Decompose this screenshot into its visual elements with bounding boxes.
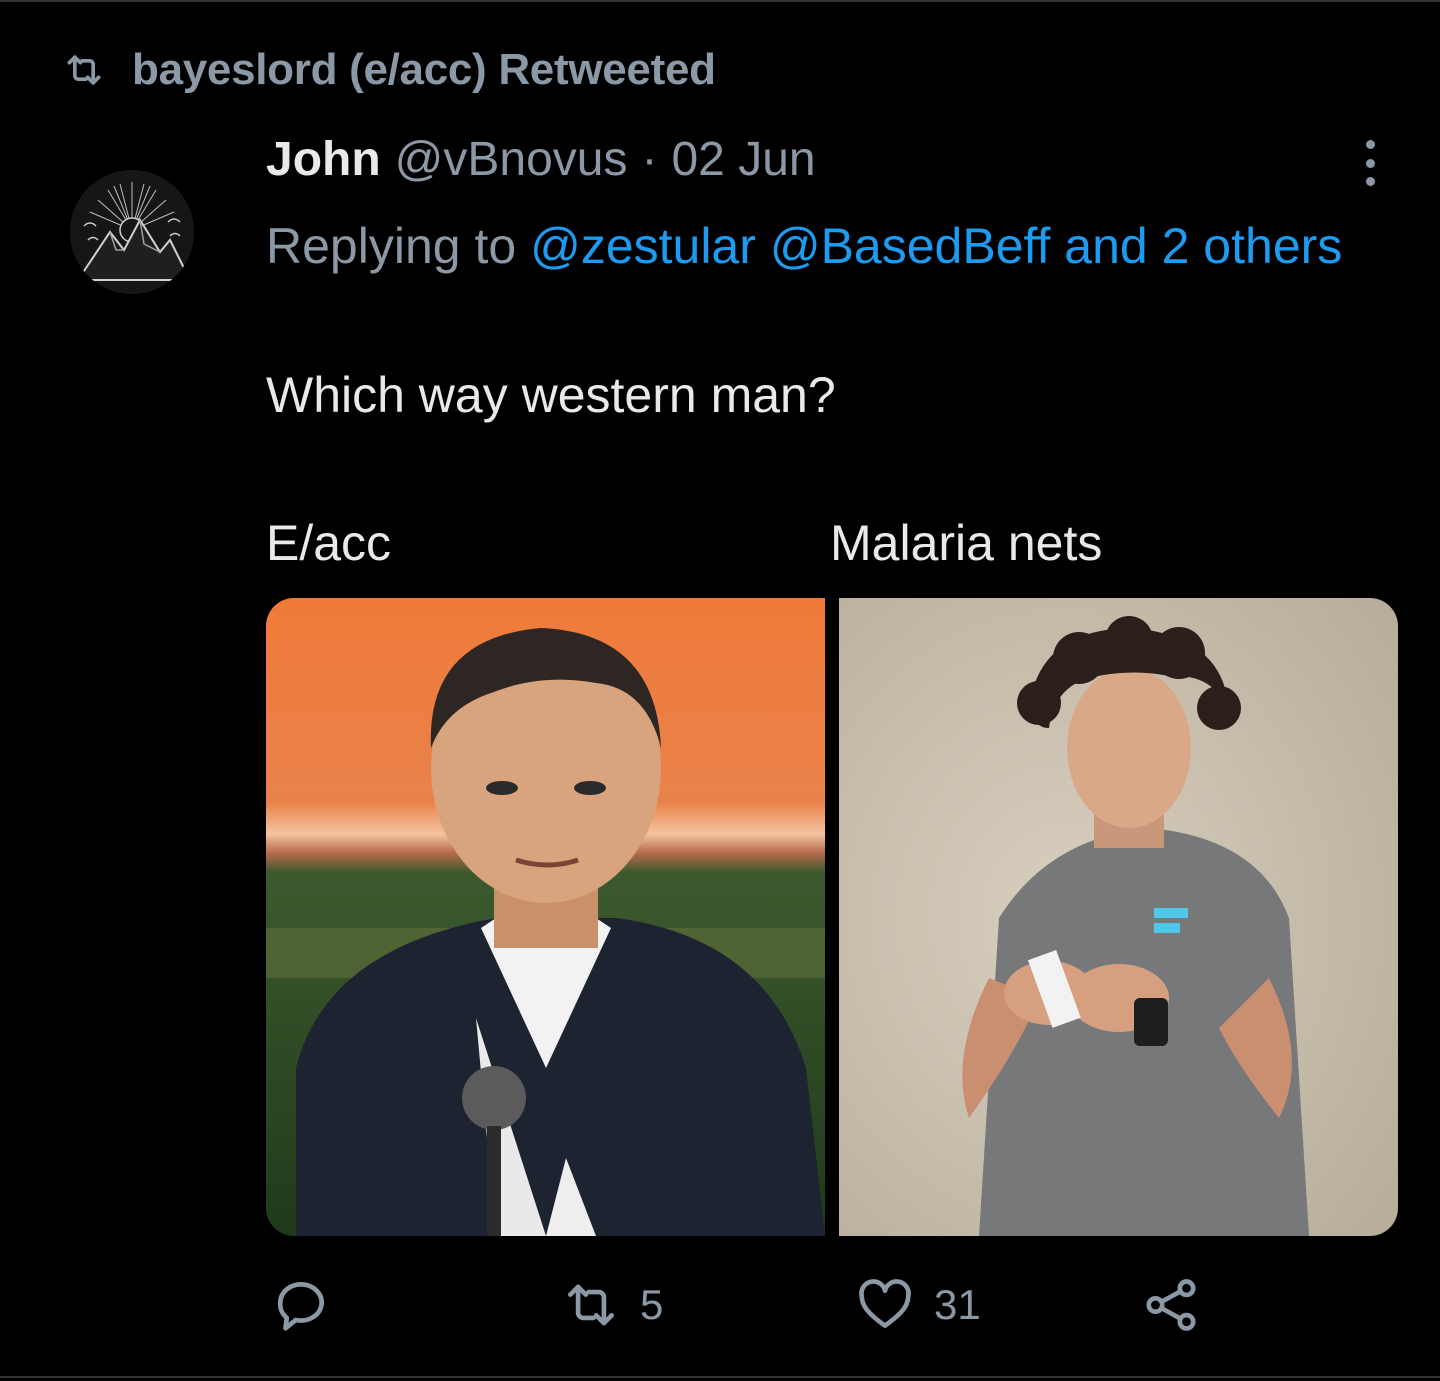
reply-button[interactable]: [270, 1270, 350, 1340]
share-button[interactable]: [1140, 1270, 1202, 1340]
tweet-date[interactable]: 02 Jun: [671, 132, 815, 187]
tweet-header: John @vBnovus · 02 Jun: [266, 132, 816, 196]
retweet-icon: [568, 1284, 614, 1326]
avatar-mountain-sun-image: [70, 170, 194, 294]
like-button[interactable]: 31: [854, 1270, 981, 1340]
tweet-actions: 5 31: [270, 1270, 1270, 1340]
more-options-icon[interactable]: [1350, 140, 1390, 186]
retweet-icon: [67, 55, 101, 85]
tweet-text: Which way western man?: [266, 367, 836, 423]
replying-prefix: Replying to: [266, 218, 517, 274]
bottom-divider: [0, 1376, 1440, 1378]
reply-others-link[interactable]: and 2 others: [1064, 218, 1342, 274]
author-handle[interactable]: @vBnovus: [395, 132, 628, 187]
retweet-banner-text: bayeslord (e/acc) Retweeted: [132, 45, 716, 94]
photo-man-curly-hair-grey-tshirt: [839, 598, 1398, 1236]
avatar[interactable]: [70, 170, 194, 294]
reply-icon: [277, 1282, 324, 1331]
photo-man-dark-suit-orange-background: [266, 598, 825, 1236]
tweet-media: [266, 598, 1398, 1236]
tweet-text-label-right: Malaria nets: [830, 515, 1103, 571]
retweet-banner[interactable]: bayeslord (e/acc) Retweeted: [62, 40, 716, 100]
retweet-count: 5: [640, 1281, 664, 1328]
heart-icon: [859, 1279, 911, 1328]
replying-to: Replying to @zestular @BasedBeff and 2 o…: [266, 208, 1346, 284]
mention-link[interactable]: @BasedBeff: [770, 218, 1051, 274]
header-separator: ·: [641, 133, 658, 186]
author-name[interactable]: John: [266, 132, 381, 187]
retweet-button[interactable]: 5: [560, 1270, 663, 1340]
mention-link[interactable]: @zestular: [530, 218, 756, 274]
like-count: 31: [934, 1281, 981, 1328]
media-image-right[interactable]: [839, 598, 1398, 1236]
top-divider: [0, 0, 1440, 6]
share-icon: [1146, 1279, 1196, 1331]
media-image-left[interactable]: [266, 598, 825, 1236]
tweet-text-label-left: E/acc: [266, 515, 392, 571]
